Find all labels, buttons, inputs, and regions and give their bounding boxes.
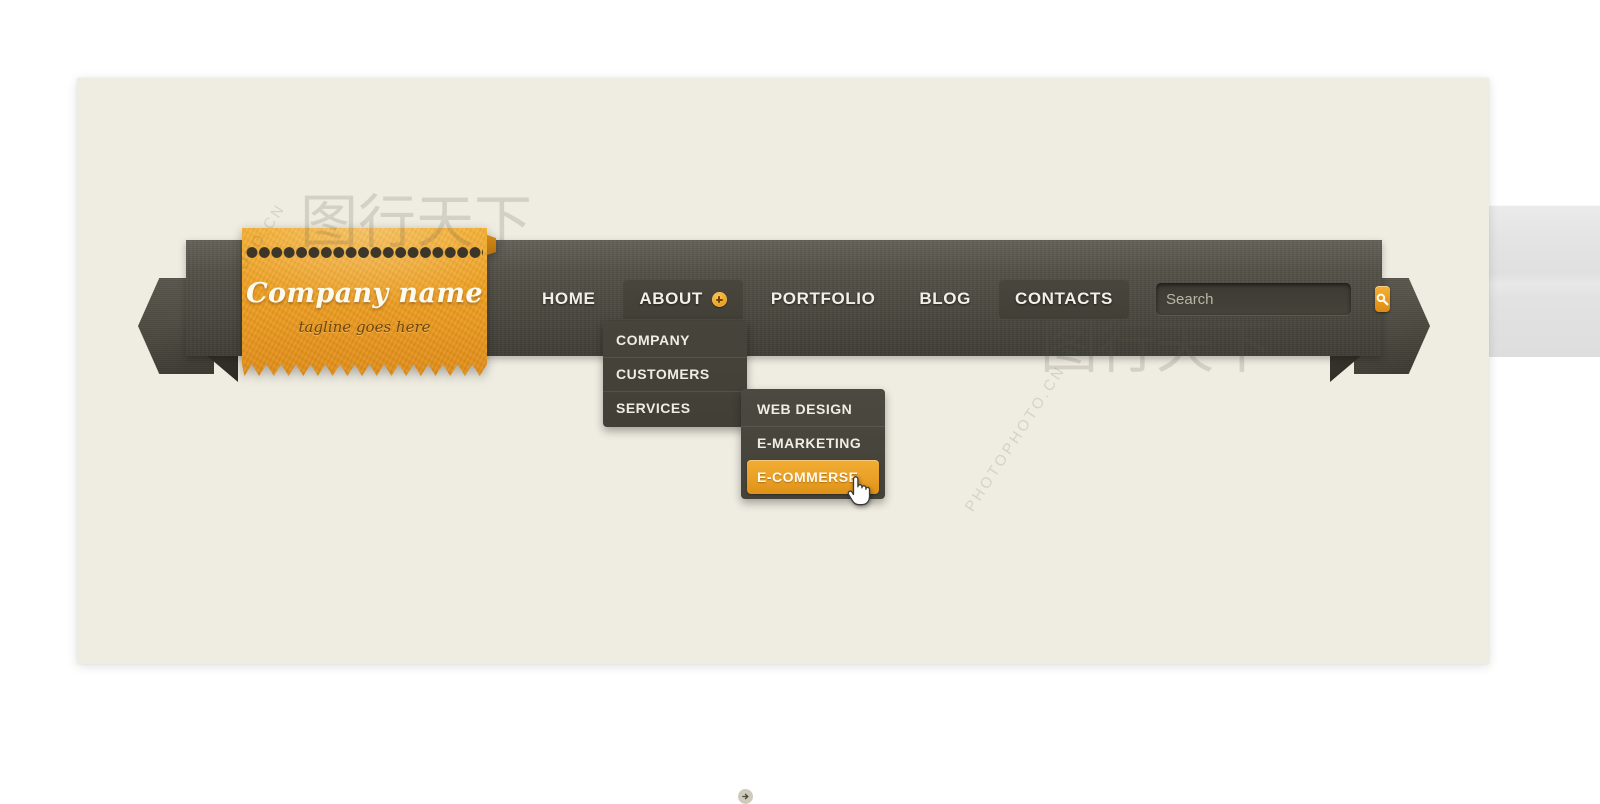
nav-item-label: CONTACTS bbox=[1014, 289, 1113, 308]
nav-item-about[interactable]: ABOUT bbox=[623, 279, 743, 319]
company-name: Company name bbox=[246, 278, 483, 309]
search-input[interactable] bbox=[1156, 285, 1375, 313]
nav-item-portfolio[interactable]: PORTFOLIO bbox=[755, 279, 892, 319]
nav-item-label: PORTFOLIO bbox=[770, 289, 876, 308]
plus-badge-icon bbox=[711, 291, 727, 307]
stitch-dots-decoration bbox=[246, 246, 483, 259]
screenshot-canvas: Company name tagline goes here HOME ABOU… bbox=[0, 0, 1600, 804]
nav-item-label: BLOG bbox=[919, 289, 971, 308]
arrow-right-icon bbox=[738, 789, 753, 804]
submenu-item-label: WEB DESIGN bbox=[757, 401, 853, 417]
nav-item-contacts[interactable]: CONTACTS bbox=[998, 279, 1129, 319]
primary-navigation: HOME ABOUT PORTFOLIO BLOG CONTACTS bbox=[520, 279, 1135, 319]
logo-tag[interactable]: Company name tagline goes here bbox=[242, 228, 496, 376]
dropdown-item-label: CUSTOMERS bbox=[616, 366, 710, 382]
dropdown-item-company[interactable]: COMPANY bbox=[603, 323, 747, 357]
search-box[interactable] bbox=[1156, 283, 1390, 315]
submenu-item-e-commerse[interactable]: E-COMMERSE bbox=[747, 460, 879, 494]
logo-body: Company name tagline goes here bbox=[242, 228, 487, 376]
company-tagline: tagline goes here bbox=[298, 318, 431, 336]
dropdown-item-label: SERVICES bbox=[616, 400, 691, 416]
nav-item-home[interactable]: HOME bbox=[526, 279, 611, 319]
dropdown-item-services[interactable]: SERVICES bbox=[603, 391, 753, 804]
submenu-item-web-design[interactable]: WEB DESIGN bbox=[741, 392, 885, 426]
services-submenu: WEB DESIGN E-MARKETING E-COMMERSE bbox=[741, 389, 885, 499]
submenu-item-label: E-MARKETING bbox=[757, 435, 862, 451]
dropdown-item-label: COMPANY bbox=[616, 332, 691, 348]
submenu-item-e-marketing[interactable]: E-MARKETING bbox=[741, 426, 885, 460]
submenu-item-label: E-COMMERSE bbox=[757, 469, 859, 485]
right-side-panel bbox=[1451, 205, 1600, 357]
search-button[interactable] bbox=[1375, 286, 1390, 312]
nav-item-label: HOME bbox=[542, 289, 596, 308]
dropdown-item-customers[interactable]: CUSTOMERS bbox=[603, 357, 747, 391]
nav-item-label: ABOUT bbox=[639, 289, 703, 308]
search-icon bbox=[1376, 293, 1389, 305]
nav-item-blog[interactable]: BLOG bbox=[903, 279, 987, 319]
about-dropdown-menu: COMPANY CUSTOMERS SERVICES bbox=[603, 321, 753, 804]
